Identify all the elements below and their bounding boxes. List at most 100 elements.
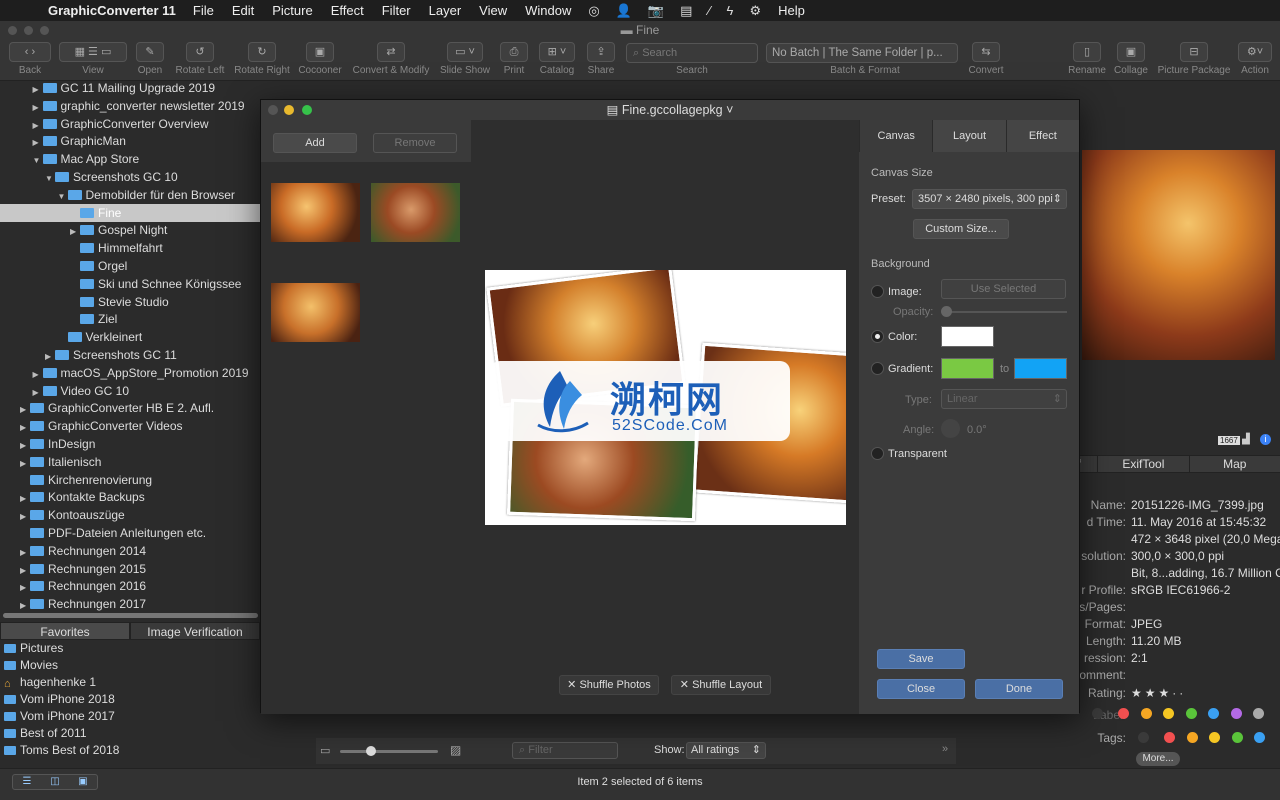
menu-filter[interactable]: Filter — [373, 3, 420, 18]
favorite-item[interactable]: Toms Best of 2018 — [4, 742, 119, 759]
tree-item[interactable]: Ziel — [70, 310, 117, 328]
gradient-from-well[interactable] — [941, 358, 994, 379]
more-button[interactable]: More... — [1136, 752, 1180, 766]
gradient-radio[interactable] — [871, 362, 884, 375]
favorite-item[interactable]: Vom iPhone 2017 — [4, 708, 115, 725]
collage-thumb-2[interactable] — [371, 183, 460, 242]
person-icon[interactable]: 👤 — [608, 3, 640, 19]
lightning-icon[interactable]: ϟ — [719, 3, 742, 18]
custom-size-button[interactable]: Custom Size... — [913, 219, 1009, 239]
tree-item[interactable]: ▶ Kontoauszüge — [20, 506, 125, 524]
remove-button[interactable]: Remove — [373, 133, 457, 153]
shuffle-layout-button[interactable]: ✕ Shuffle Layout — [671, 675, 771, 695]
tree-item[interactable]: ▶ GraphicConverter Overview — [33, 115, 209, 133]
tree-item[interactable]: Orgel — [70, 257, 127, 275]
back-control[interactable]: ‹ › Back — [8, 42, 52, 76]
gear-icon[interactable]: ⚙ — [741, 3, 769, 19]
preset-select[interactable]: 3507 × 2480 pixels, 300 ppi ⇕ — [912, 189, 1067, 209]
collage-thumb-1[interactable] — [271, 183, 360, 242]
rename-button[interactable]: ▯ Rename — [1066, 42, 1108, 76]
tree-item[interactable]: ▶ macOS_AppStore_Promotion 2019 — [33, 364, 249, 382]
color-well[interactable] — [941, 326, 994, 347]
convert-modify-button[interactable]: ⇄ Convert & Modify — [348, 42, 434, 76]
window-minimize-button[interactable] — [24, 26, 33, 35]
type-select[interactable]: Linear ⇕ — [941, 389, 1067, 409]
label-color-dot[interactable] — [1118, 708, 1129, 719]
menu-layer[interactable]: Layer — [420, 3, 471, 18]
label-color-dot[interactable] — [1140, 708, 1152, 719]
slide-show-button[interactable]: ▭ ˅ Slide Show — [438, 42, 492, 76]
cocooner-button[interactable]: ▣ Cocooner — [296, 42, 344, 76]
tree-item[interactable]: ▶ graphic_converter newsletter 2019 — [33, 97, 245, 115]
tree-item[interactable]: Kirchenrenovierung — [20, 471, 152, 489]
done-button[interactable]: Done — [975, 679, 1063, 699]
image-radio[interactable] — [871, 285, 884, 298]
tree-item[interactable]: Himmelfahrt — [70, 239, 163, 257]
tree-item[interactable]: ▶ InDesign — [20, 435, 95, 453]
large-thumb-icon[interactable]: ▨ — [450, 743, 461, 757]
small-thumb-icon[interactable]: ▭ — [320, 744, 330, 757]
transparent-radio[interactable] — [871, 447, 884, 460]
menu-picture[interactable]: Picture — [263, 3, 321, 18]
opacity-slider-knob[interactable] — [941, 306, 952, 317]
zoom-slider[interactable] — [340, 750, 438, 753]
tree-item[interactable]: ▶ Kontakte Backups — [20, 488, 145, 506]
tab-exiftool[interactable]: ExifTool — [1097, 456, 1188, 472]
dialog-zoom-dot[interactable] — [302, 105, 312, 115]
tab-canvas[interactable]: Canvas — [859, 120, 933, 152]
print-button[interactable]: ⎙ Print — [498, 42, 530, 76]
view-mode-icon[interactable]: ▦ ☰ ▭ — [59, 42, 127, 62]
tree-item[interactable]: ▼ Screenshots GC 10 — [45, 168, 178, 186]
menu-help[interactable]: Help — [769, 3, 814, 18]
menu-edit[interactable]: Edit — [223, 3, 263, 18]
target-icon[interactable]: ◎ — [580, 3, 607, 19]
convert-button[interactable]: ⇆ Convert — [964, 42, 1008, 76]
tree-scrollbar[interactable] — [0, 611, 260, 621]
tab-effect[interactable]: Effect — [1005, 120, 1079, 152]
opacity-slider[interactable] — [943, 311, 1067, 313]
disclosure-down-icon[interactable]: ▼ — [45, 170, 55, 188]
tag-none-dot[interactable] — [1138, 732, 1149, 743]
tag-color-dot[interactable] — [1231, 732, 1243, 743]
picture-package-button[interactable]: ⊟ Picture Package — [1154, 42, 1234, 76]
scrollbar-thumb[interactable] — [3, 613, 258, 618]
tab-layout[interactable]: Layout — [932, 120, 1006, 152]
tree-item[interactable]: ▶ Italienisch — [20, 453, 101, 471]
color-radio[interactable] — [871, 330, 884, 343]
dialog-close-dot[interactable] — [268, 105, 278, 115]
camera-icon[interactable]: 📷 — [640, 3, 672, 19]
menu-window[interactable]: Window — [516, 3, 580, 18]
rotate-right-button[interactable]: ↻ Rotate Right — [232, 42, 292, 76]
label-none-dot[interactable] — [1092, 708, 1103, 719]
favorite-item[interactable]: Pictures — [4, 640, 63, 657]
angle-dial[interactable] — [941, 419, 960, 438]
tree-item[interactable]: ▶ Rechnungen 2017 — [20, 595, 146, 611]
tree-item[interactable]: ▶ Rechnungen 2015 — [20, 560, 146, 578]
tree-item[interactable]: Ski und Schnee Königssee — [70, 275, 241, 293]
tree-item[interactable]: ▼ Demobilder für den Browser — [58, 186, 235, 204]
close-button[interactable]: Close — [877, 679, 965, 699]
disclosure-right-icon[interactable]: ▶ — [20, 597, 30, 611]
tree-item[interactable]: ▶ Video GC 10 — [33, 382, 130, 400]
label-color-dot[interactable] — [1208, 708, 1219, 719]
wand-icon[interactable]: ⁄ — [700, 3, 718, 18]
back-forward-icon[interactable]: ‹ › — [9, 42, 51, 62]
tree-item[interactable]: ▶ Screenshots GC 11 — [45, 346, 177, 364]
histogram-icon[interactable]: ▟ — [1242, 434, 1250, 445]
label-color-dot[interactable] — [1163, 708, 1174, 719]
open-button[interactable]: ✎ Open — [133, 42, 167, 76]
tree-item[interactable]: ▶ GC 11 Mailing Upgrade 2019 — [33, 81, 216, 97]
favorite-item[interactable]: Best of 2011 — [4, 725, 87, 742]
tree-item[interactable]: ▶ GraphicConverter Videos — [20, 417, 183, 435]
tab-map[interactable]: Map — [1188, 456, 1280, 472]
tree-item[interactable]: ▶ GraphicConverter HB E 2. Aufl. — [20, 399, 214, 417]
collage-button[interactable]: ▣ Collage — [1110, 42, 1152, 76]
zoom-slider-knob[interactable] — [366, 746, 376, 756]
save-button[interactable]: Save — [877, 649, 965, 669]
clipboard-icon[interactable]: ▤ — [672, 3, 700, 19]
view-control[interactable]: ▦ ☰ ▭ View — [58, 42, 128, 76]
gradient-to-well[interactable] — [1014, 358, 1067, 379]
tree-item[interactable]: Fine — [0, 203, 260, 222]
chevron-right-icon[interactable]: » — [942, 743, 948, 755]
tab-image-verification[interactable]: Image Verification — [130, 622, 260, 640]
